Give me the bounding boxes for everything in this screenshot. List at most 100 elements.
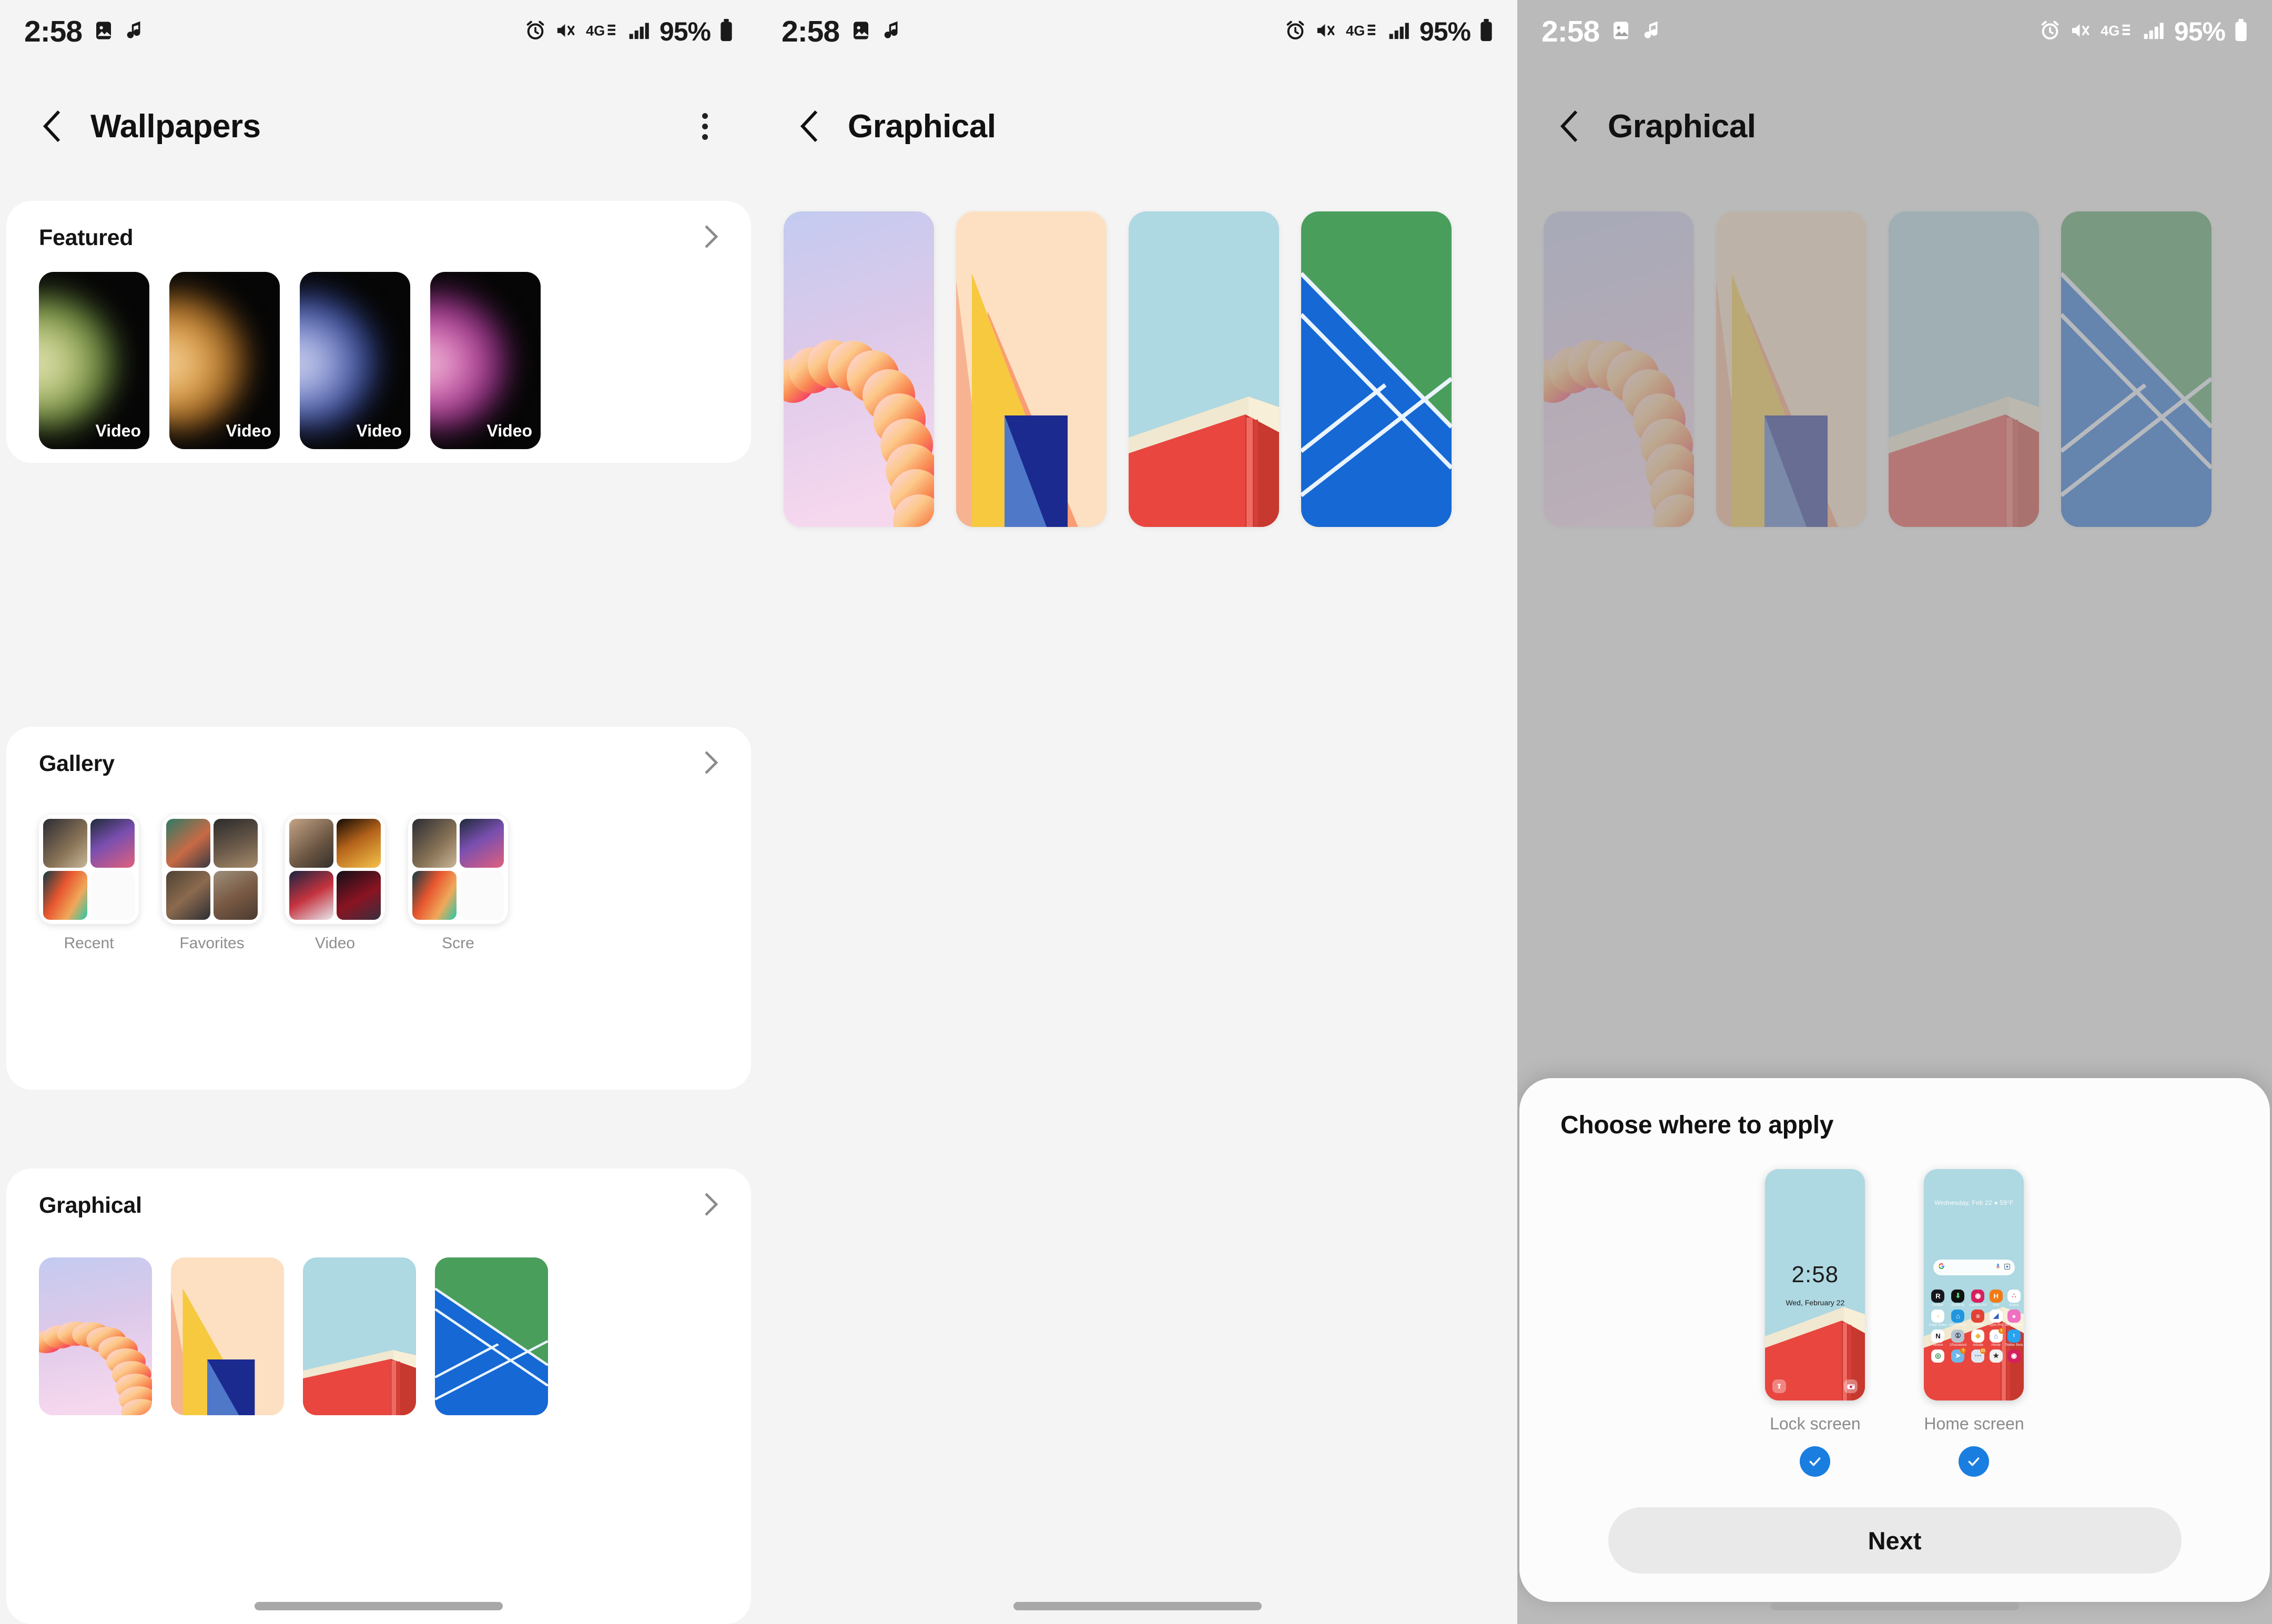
overflow-menu-icon[interactable]	[683, 104, 727, 148]
lens-camera-icon[interactable]	[2004, 1263, 2011, 1272]
app-label: Sync Pro	[1989, 1323, 2003, 1327]
home-app-item[interactable]: ∴ Asana	[2005, 1289, 2023, 1307]
list-item[interactable]: Scre	[408, 815, 508, 952]
featured-tile[interactable]: Video	[430, 272, 541, 449]
section-featured: Featured Video Video Video Video	[6, 201, 751, 463]
app-label: Asana	[2009, 1303, 2019, 1307]
gallery-album-row[interactable]: Recent Favorites Video Scre	[6, 778, 751, 952]
home-app-item[interactable]: ⬇ Droid-ify	[1949, 1289, 1967, 1307]
featured-tile[interactable]: Video	[39, 272, 149, 449]
4g-lte-icon: 4G	[586, 20, 620, 44]
home-app-item[interactable]: ≡ Todoist	[1969, 1309, 1987, 1327]
home-app-item[interactable]: ★	[1989, 1349, 2003, 1363]
album-label: Favorites	[179, 935, 245, 952]
wallpaper-tile-clouds[interactable]	[39, 1257, 152, 1415]
wallpaper-tile-blue[interactable]	[303, 1257, 416, 1415]
home-app-item[interactable]: ◎	[1929, 1349, 1947, 1363]
google-g-icon	[1938, 1263, 1945, 1272]
home-app-item[interactable]: ◉Camera RAW	[1969, 1289, 1987, 1307]
home-app-item[interactable]: ● Megalodon	[2005, 1309, 2023, 1327]
page-title: Wallpapers	[90, 108, 261, 145]
app-icon: ⌂ 3	[1989, 1327, 2004, 1343]
option-label: Home screen	[1924, 1414, 2024, 1433]
wallpaper-tile-green[interactable]	[435, 1257, 548, 1415]
check-circle-icon[interactable]	[1959, 1446, 1990, 1477]
alarm-icon	[525, 20, 546, 44]
app-icon: ①	[1951, 1329, 1965, 1343]
app-icon: ∴	[2007, 1289, 2021, 1303]
home-app-item[interactable]: ⌂Home Assistant	[1949, 1309, 1967, 1327]
status-bar: 2:58 4G 95%	[0, 0, 757, 63]
microphone-icon[interactable]	[1995, 1263, 2001, 1272]
chevron-right-icon[interactable]	[703, 224, 718, 252]
home-app-item[interactable]: ◉	[2005, 1349, 2023, 1363]
video-badge: Video	[226, 421, 271, 440]
chevron-right-icon[interactable]	[703, 750, 718, 778]
home-app-item[interactable]: ⋯ 21	[1969, 1347, 1987, 1363]
app-icon: ≡	[1971, 1309, 1985, 1323]
home-screen-preview[interactable]: Wednesday, Feb 22 ● 59°F R Reader ⬇ Droi…	[1924, 1169, 2024, 1400]
app-label: Home Assistant	[1949, 1323, 1967, 1327]
app-bar: Graphical	[757, 92, 1517, 160]
music-note-icon	[125, 19, 144, 44]
section-graphical-header[interactable]: Graphical	[6, 1169, 751, 1220]
nav-home-pill[interactable]	[255, 1602, 503, 1610]
section-featured-header[interactable]: Featured	[6, 201, 751, 252]
list-item[interactable]: Recent	[39, 815, 139, 952]
home-app-item[interactable]: ◆ Artside	[1969, 1329, 1987, 1347]
back-chevron-icon[interactable]	[1548, 104, 1592, 148]
list-item[interactable]: Favorites	[162, 815, 262, 952]
home-app-item[interactable]: ➤ 7	[1949, 1347, 1967, 1363]
graphical-tile-row[interactable]	[6, 1220, 751, 1415]
wallpaper-tile-yellow[interactable]	[171, 1257, 284, 1415]
list-item[interactable]: Video	[285, 815, 385, 952]
home-app-item[interactable]: ▫ Keep Notes	[1929, 1309, 1947, 1327]
home-app-item[interactable]: ⌂ 3 Home	[1989, 1327, 2004, 1347]
chevron-right-icon[interactable]	[703, 1192, 718, 1220]
lock-preview-date: Wed, February 22	[1786, 1298, 1845, 1307]
home-app-item[interactable]: ① 1Password	[1949, 1329, 1967, 1347]
video-badge: Video	[356, 421, 402, 440]
back-chevron-icon[interactable]	[788, 104, 832, 148]
back-chevron-icon[interactable]	[31, 104, 75, 148]
app-icon: ◎	[1931, 1349, 1945, 1363]
next-button[interactable]: Next	[1608, 1507, 2182, 1574]
app-icon: ▫	[1931, 1309, 1945, 1323]
section-gallery-header[interactable]: Gallery	[6, 727, 751, 778]
lock-screen-preview[interactable]: 2:58 Wed, February 22	[1765, 1169, 1865, 1400]
flashlight-icon[interactable]	[1772, 1379, 1787, 1393]
featured-tile[interactable]: Video	[300, 272, 410, 449]
nav-home-pill[interactable]	[1770, 1602, 2019, 1610]
home-preview-weather: Wednesday, Feb 22 ● 59°F	[1934, 1199, 2014, 1207]
app-label: 1Password	[1949, 1343, 1967, 1347]
section-gallery: Gallery Recent Favorites Video Scre	[6, 727, 751, 1090]
signal-bars-icon	[2143, 20, 2165, 44]
app-label: Home	[1991, 1343, 2001, 1347]
wallpaper-tile-green[interactable]	[1301, 211, 1452, 527]
wallpaper-tile-blue[interactable]	[1129, 211, 1279, 527]
home-app-item[interactable]: ◢ Sync Pro	[1989, 1309, 2003, 1327]
album-label: Scre	[442, 935, 474, 952]
battery-icon	[2234, 18, 2248, 45]
lock-preview-time: 2:58	[1791, 1262, 1839, 1287]
album-label: Recent	[64, 935, 114, 952]
home-app-item[interactable]: H Hub	[1989, 1289, 2003, 1307]
app-label: Twitter Beta	[2005, 1343, 2023, 1347]
app-label: Hub	[1993, 1303, 2000, 1307]
status-time: 2:58	[1541, 15, 1600, 48]
app-icon: ●	[2007, 1309, 2021, 1323]
wallpaper-tile-clouds[interactable]	[784, 211, 934, 527]
wallpaper-tile-yellow[interactable]	[956, 211, 1107, 527]
featured-tile[interactable]: Video	[169, 272, 280, 449]
app-icon: ⋯ 21	[1971, 1347, 1986, 1363]
home-app-item[interactable]: R Reader	[1929, 1289, 1947, 1307]
home-app-item[interactable]: N Notion	[1929, 1329, 1947, 1347]
gallery-icon	[93, 19, 115, 44]
google-search-bar[interactable]	[1933, 1259, 2015, 1275]
status-bar: 2:58 4G 95%	[1517, 0, 2272, 63]
featured-tile-row[interactable]: Video Video Video Video	[6, 252, 751, 449]
nav-home-pill[interactable]	[1013, 1602, 1262, 1610]
camera-icon[interactable]	[1844, 1379, 1858, 1393]
home-app-item[interactable]: ᵗ Twitter Beta	[2005, 1329, 2023, 1347]
check-circle-icon[interactable]	[1800, 1446, 1831, 1477]
